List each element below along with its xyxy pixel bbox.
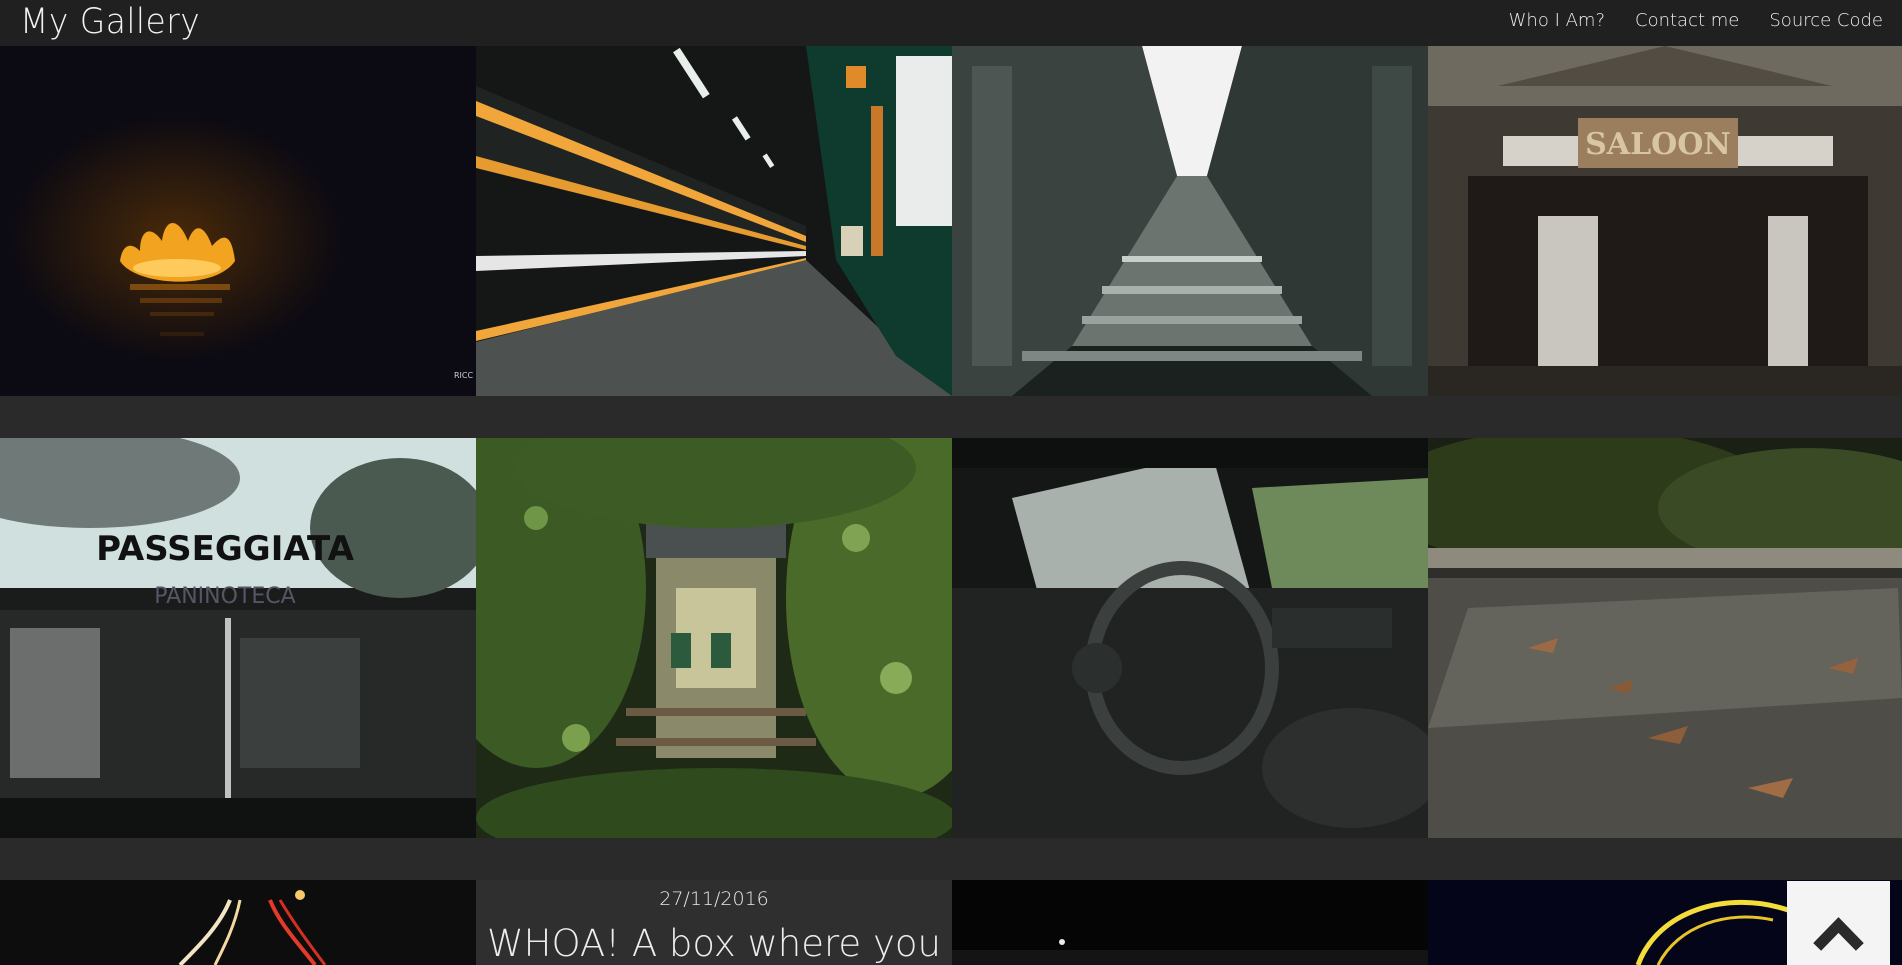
- gallery-photo-lantern[interactable]: RICC PHO: [0, 46, 476, 396]
- note-title: WHOA! A box where you: [487, 922, 941, 965]
- top-navbar: My Gallery Who I Am? Contact me Source C…: [0, 0, 1902, 46]
- nav-contact-me[interactable]: Contact me: [1620, 0, 1754, 46]
- paninoteca-sign-text: PANINOTECA: [154, 584, 295, 609]
- gallery-photo-light-trails[interactable]: [0, 880, 476, 965]
- gallery-photo-car-interior[interactable]: [952, 438, 1428, 838]
- gallery-photo-corridor[interactable]: [952, 46, 1428, 396]
- gallery-photo-overgrown[interactable]: [476, 438, 952, 838]
- saloon-sign-text: SALOON: [1585, 127, 1731, 162]
- nav-links: Who I Am? Contact me Source Code: [1494, 0, 1898, 46]
- passeggiata-sign-text: PASSEGGIATA: [96, 529, 354, 569]
- photo-watermark: RICC PHO: [454, 371, 476, 380]
- gallery-photo-saloon[interactable]: SALOON: [1428, 46, 1902, 396]
- gallery-photo-passeggiata[interactable]: PASSEGGIATA PANINOTECA: [0, 438, 476, 838]
- featured-note-card[interactable]: 27/11/2016 WHOA! A box where you: [476, 880, 952, 965]
- nav-who-i-am[interactable]: Who I Am?: [1494, 0, 1620, 46]
- nav-source-code[interactable]: Source Code: [1754, 0, 1898, 46]
- gallery-photo-wet-leaves[interactable]: [1428, 438, 1902, 838]
- gallery-photo-night-scene[interactable]: [952, 880, 1428, 965]
- note-date: 27/11/2016: [659, 888, 769, 910]
- site-brand[interactable]: My Gallery: [20, 0, 200, 46]
- gallery-photo-subway[interactable]: [476, 46, 952, 396]
- back-to-top-button[interactable]: [1787, 881, 1890, 965]
- chevron-up-icon: [1813, 917, 1864, 951]
